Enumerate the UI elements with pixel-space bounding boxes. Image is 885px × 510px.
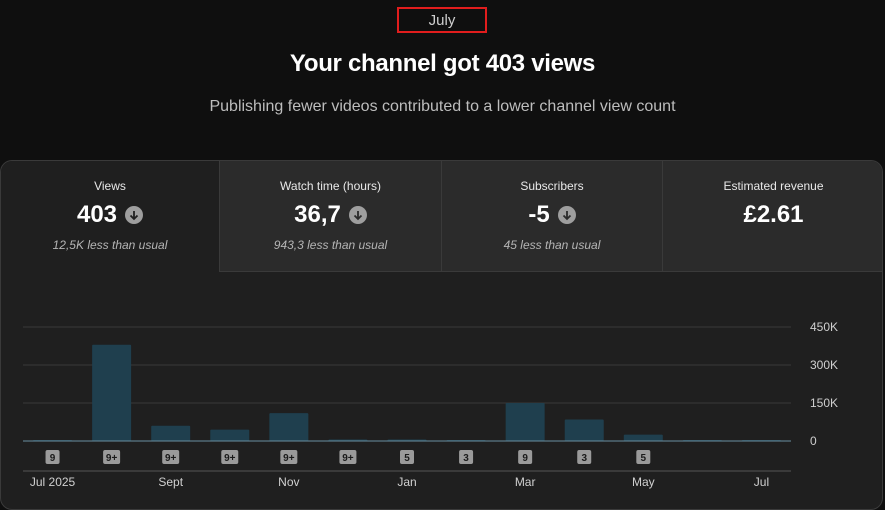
y-tick-label: 150K <box>810 396 838 410</box>
video-count-label: 9+ <box>106 453 118 464</box>
tab-value-row: 403 <box>1 201 219 229</box>
tab-value-row: 36,7 <box>220 201 441 229</box>
page-headline: Your channel got 403 views <box>289 50 596 77</box>
chart-bar <box>210 429 250 441</box>
tab-value: 36,7 <box>294 201 341 228</box>
video-count-label: 9+ <box>165 453 177 464</box>
x-tick-label: Sept <box>158 475 183 489</box>
tab-views[interactable]: Views 403 12,5K less than usual <box>1 161 219 272</box>
video-count-label: 3 <box>581 453 587 464</box>
tab-label: Watch time (hours) <box>280 179 381 193</box>
tab-revenue[interactable]: Estimated revenue £2.61 <box>662 161 882 272</box>
chart-bar <box>269 413 309 441</box>
y-tick-label: 0 <box>810 434 817 448</box>
analytics-panel: Views 403 12,5K less than usual Watch ti… <box>0 160 883 510</box>
video-count-label: 9 <box>522 453 528 464</box>
x-tick-label: Nov <box>278 475 299 489</box>
chart-bar <box>92 344 132 441</box>
page-subline: Publishing fewer videos contributed to a… <box>209 98 676 115</box>
y-tick-label: 450K <box>810 320 838 334</box>
video-count-label: 5 <box>404 453 410 464</box>
x-tick-label: Jul 2025 <box>30 475 76 489</box>
month-selector[interactable]: July <box>397 7 487 33</box>
tab-note: 12,5K less than usual <box>52 238 168 252</box>
x-tick-label: Jan <box>397 475 416 489</box>
chart-bar <box>151 425 191 441</box>
x-tick-label: May <box>632 475 655 489</box>
tab-value: 403 <box>76 201 118 228</box>
chart-bar <box>505 403 545 441</box>
tab-label: Estimated revenue <box>723 179 824 193</box>
tab-value-row: £2.61 <box>663 201 882 229</box>
x-tick-label: Mar <box>515 475 536 489</box>
tab-subscribers[interactable]: Subscribers -5 45 less than usual <box>441 161 662 272</box>
tab-note: 45 less than usual <box>503 238 601 252</box>
month-label: July <box>428 11 456 29</box>
tab-label: Views <box>94 179 126 193</box>
chart-bar <box>623 434 663 441</box>
y-tick-label: 300K <box>810 358 838 372</box>
tab-value-row: -5 <box>442 201 662 229</box>
tab-value: -5 <box>528 201 550 228</box>
arrow-down-icon <box>557 206 576 224</box>
tab-label: Subscribers <box>520 179 584 193</box>
arrow-down-icon <box>125 206 144 224</box>
video-count-label: 9+ <box>283 453 295 464</box>
chart-bar <box>564 419 604 441</box>
video-count-label: 5 <box>641 453 647 464</box>
tab-note: 943,3 less than usual <box>273 238 388 252</box>
views-bar-chart: 0 150K 300K 450K 9 9+ 9+ 9+ 9+ 9+ 5 3 9 3 5 Jul 2025 Sep… <box>23 320 838 489</box>
tab-watch-time[interactable]: Watch time (hours) 36,7 943,3 less than … <box>219 161 441 272</box>
metric-tabs: Views 403 12,5K less than usual Watch ti… <box>1 161 882 272</box>
video-count-label: 9+ <box>224 453 236 464</box>
x-tick-label: Jul <box>754 475 769 489</box>
tab-value: £2.61 <box>743 201 804 228</box>
video-count-label: 9 <box>50 453 56 464</box>
video-count-label: 3 <box>463 453 469 464</box>
video-count-label: 9+ <box>342 453 354 464</box>
arrow-down-icon <box>348 206 367 224</box>
